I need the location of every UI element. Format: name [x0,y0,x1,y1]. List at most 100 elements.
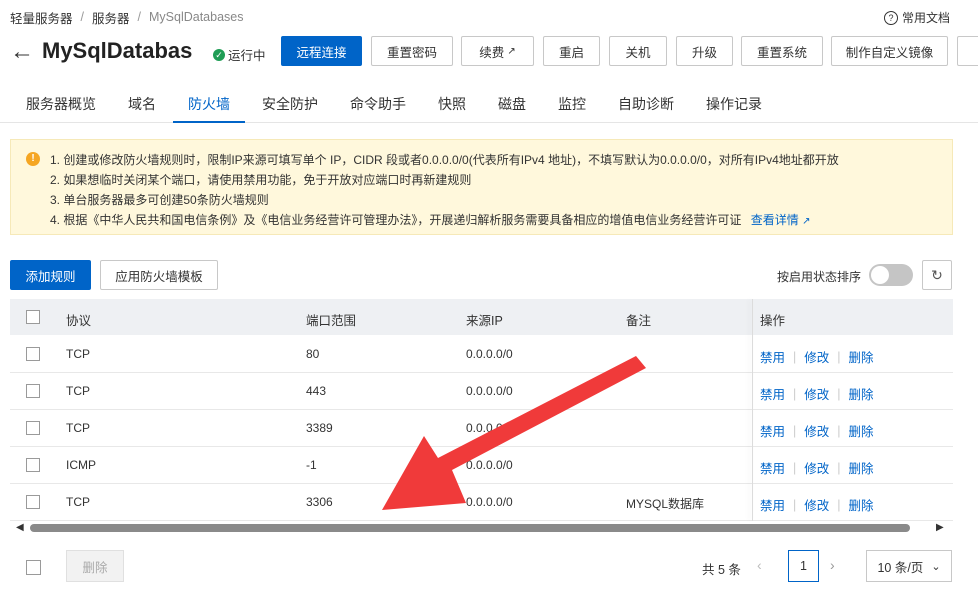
footer-select-all-checkbox[interactable] [26,560,41,575]
actions-column-divider [752,299,753,521]
divider: | [837,497,841,512]
disable-link[interactable]: 禁用 [760,347,785,366]
divider: | [837,460,841,475]
cell-port: 443 [306,384,327,398]
restart-button[interactable]: 重启 [543,36,600,66]
tab-command[interactable]: 命令助手 [350,94,406,121]
header-port-range: 端口范围 [306,314,357,328]
upgrade-button[interactable]: 升级 [676,36,733,66]
breadcrumb-item-current: MySqlDatabases [149,10,244,24]
notice-line-4: 4. 根据《中华人民共和国电信条例》及《电信业务经营许可管理办法》，开展递归解析… [50,211,810,228]
delete-link[interactable]: 删除 [849,384,874,403]
breadcrumb: 轻量服务器 / 服务器 / MySqlDatabases [10,8,244,26]
cell-port: -1 [306,458,317,472]
delete-link[interactable]: 删除 [849,347,874,366]
row-checkbox[interactable] [26,495,40,509]
tab-overview[interactable]: 服务器概览 [26,94,96,121]
back-arrow-icon[interactable]: ← [10,40,34,66]
row-actions: 禁用 | 修改 | 删除 [760,384,874,403]
header-note: 备注 [626,314,652,328]
add-rule-button[interactable]: 添加规则 [10,260,91,290]
tab-monitor[interactable]: 监控 [558,94,586,121]
reset-password-button[interactable]: 重置密码 [371,36,453,66]
renew-label: 续费 [479,45,505,60]
breadcrumb-item-servers[interactable]: 服务器 [92,8,130,27]
table-row: TCP 3389 0.0.0.0/0 禁用 | 修改 | 删除 [10,410,953,447]
edit-link[interactable]: 修改 [804,384,829,403]
edit-link[interactable]: 修改 [804,421,829,440]
divider: | [793,349,797,364]
renew-button[interactable]: 续费 ↗ [461,36,534,66]
notice-line-4-text: 4. 根据《中华人民共和国电信条例》及《电信业务经营许可管理办法》，开展递归解析… [50,213,742,227]
row-checkbox[interactable] [26,384,40,398]
next-page-icon[interactable]: › [830,557,835,573]
tab-snapshot[interactable]: 快照 [438,94,466,121]
divider: | [837,386,841,401]
tab-disk[interactable]: 磁盘 [498,94,526,121]
page-size-select[interactable]: 10 条/页 ⌄ [866,550,952,582]
delete-link[interactable]: 删除 [849,458,874,477]
cell-protocol: TCP [66,421,90,435]
batch-delete-button[interactable]: 删除 [66,550,124,582]
view-details-link[interactable]: 查看详情 ↗ [751,213,811,227]
notice-line-1: 1. 创建或修改防火墙规则时，限制IP来源可填写单个 IP，CIDR 段或者0.… [50,153,839,167]
tab-firewall[interactable]: 防火墙 [173,94,245,123]
table-header: 协议 端口范围 来源IP 备注 操作 [10,299,953,335]
question-icon: ? [883,10,898,25]
more-actions-button[interactable] [957,36,978,66]
help-docs-label: 常用文档 [901,11,950,25]
cell-source: 0.0.0.0/0 [466,458,513,472]
cell-port: 80 [306,347,320,361]
row-checkbox[interactable] [26,347,40,361]
sort-by-status-label: 按启用状态排序 [777,270,862,284]
shutdown-button[interactable]: 关机 [609,36,667,66]
prev-page-icon[interactable]: ‹ [757,557,762,573]
table-row: ICMP -1 0.0.0.0/0 禁用 | 修改 | 删除 [10,447,953,484]
sort-toggle[interactable] [869,264,913,286]
row-checkbox[interactable] [26,421,40,435]
row-checkbox[interactable] [26,458,40,472]
disable-link[interactable]: 禁用 [760,421,785,440]
scroll-right-icon[interactable]: ▶ [936,522,944,533]
divider: | [793,423,797,438]
help-docs-link[interactable]: ? 常用文档 [883,9,950,26]
disable-link[interactable]: 禁用 [760,384,785,403]
breadcrumb-item-lighthouse[interactable]: 轻量服务器 [10,8,73,27]
warning-icon: ! [26,152,40,166]
cell-port: 3389 [306,421,333,435]
delete-link[interactable]: 删除 [849,421,874,440]
divider: | [793,497,797,512]
page-number-button[interactable]: 1 [788,550,819,582]
edit-link[interactable]: 修改 [804,347,829,366]
tab-domain[interactable]: 域名 [128,94,156,121]
tab-security[interactable]: 安全防护 [262,94,318,121]
remote-connect-button[interactable]: 远程连接 [281,36,362,66]
row-actions: 禁用 | 修改 | 删除 [760,495,874,514]
status-label: 运行中 [228,49,266,63]
refresh-button[interactable]: ↻ [922,260,952,290]
disable-link[interactable]: 禁用 [760,458,785,477]
reset-system-button[interactable]: 重置系统 [741,36,823,66]
header-protocol: 协议 [66,314,92,328]
view-details-label: 查看详情 [750,213,799,227]
tab-operation-log[interactable]: 操作记录 [706,94,762,121]
notice-line-3: 3. 单台服务器最多可创建50条防火墙规则 [50,193,269,207]
table-row: TCP 80 0.0.0.0/0 禁用 | 修改 | 删除 [10,336,953,373]
page-title: MySqlDatabas [42,38,193,63]
delete-link[interactable]: 删除 [849,495,874,514]
status-badge: ✓ 运行中 [213,45,266,64]
select-all-checkbox[interactable] [26,310,40,324]
cell-protocol: TCP [66,495,90,509]
create-image-button[interactable]: 制作自定义镜像 [831,36,948,66]
notice-banner: ! 1. 创建或修改防火墙规则时，限制IP来源可填写单个 IP，CIDR 段或者… [10,139,953,235]
edit-link[interactable]: 修改 [804,458,829,477]
apply-template-button[interactable]: 应用防火墙模板 [100,260,218,290]
scroll-left-icon[interactable]: ◀ [16,522,24,533]
cell-note: MYSQL数据库 [626,497,705,511]
edit-link[interactable]: 修改 [804,495,829,514]
disable-link[interactable]: 禁用 [760,495,785,514]
tab-diagnosis[interactable]: 自助诊断 [618,94,674,121]
external-link-icon: ↗ [507,45,516,57]
cell-port: 3306 [306,495,333,509]
horizontal-scrollbar[interactable] [30,524,910,532]
